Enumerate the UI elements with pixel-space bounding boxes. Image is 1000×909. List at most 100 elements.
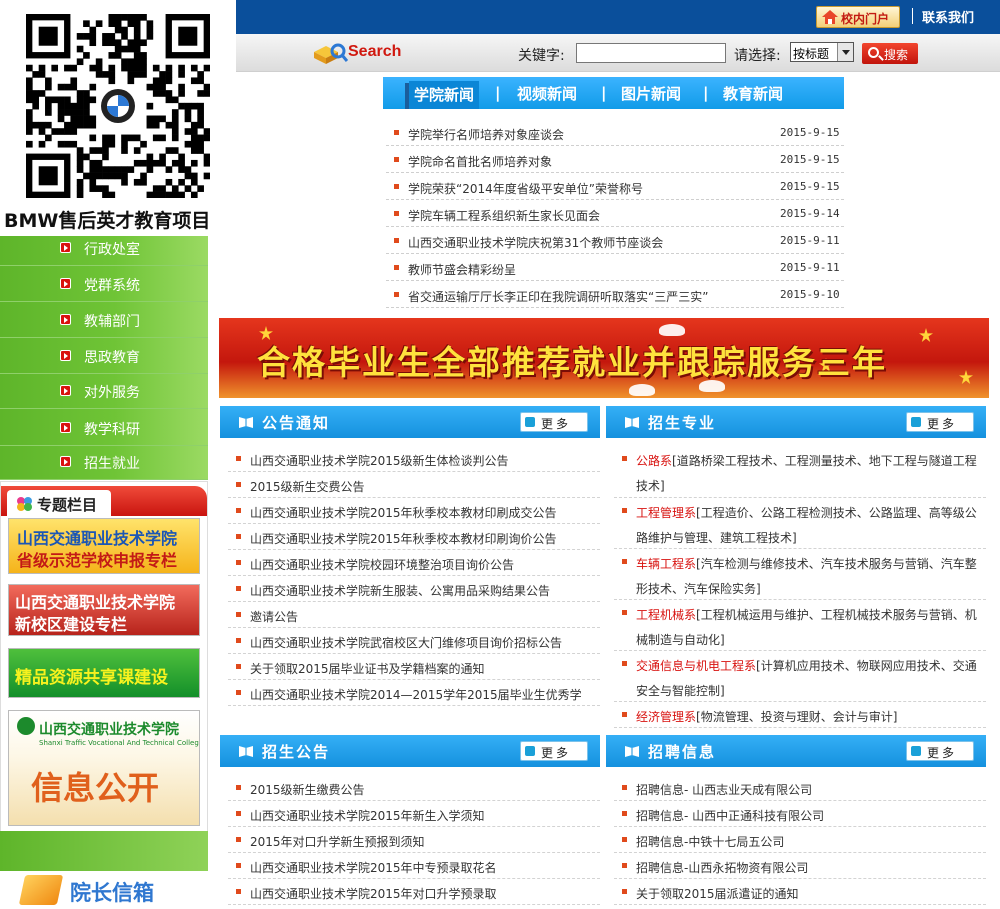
tab-college-news[interactable]: 学院新闻 (404, 81, 480, 109)
bullet-icon (622, 837, 627, 842)
list-item-title[interactable]: 山西交通职业技术学院2015级新生体检谈判公告 (250, 452, 509, 469)
list-item-title[interactable]: 山西交通职业技术学院2015年对口升学预录取 (250, 885, 497, 902)
major-dept-link[interactable]: 公路系 (636, 454, 672, 468)
major-item[interactable]: 公路系[道路桥梁工程技术、工程测量技术、地下工程与隧道工程技术] (614, 446, 986, 498)
list-item[interactable]: 山西交通职业技术学院2015年秋季校本教材印刷成交公告 (228, 498, 600, 524)
list-item-title[interactable]: 山西交通职业技术学院2015年新生入学须知 (250, 807, 485, 824)
list-item[interactable]: 2015级新生缴费公告 (228, 775, 600, 801)
major-dept-link[interactable]: 交通信息与机电工程系 (636, 659, 756, 673)
list-item[interactable]: 山西交通职业技术学院武宿校区大门维修项目询价招标公告 (228, 628, 600, 654)
list-item-title[interactable]: 关于领取2015届毕业证书及学籍档案的通知 (250, 660, 485, 677)
qr-code-block: BMW售后英才教育项目 (0, 0, 236, 236)
list-item[interactable]: 山西交通职业技术学院新生服装、公寓用品采购结果公告 (228, 576, 600, 602)
list-item[interactable]: 招聘信息- 山西中正通科技有限公司 (614, 801, 986, 827)
list-item[interactable]: 关于领取2015届派遣证的通知 (614, 879, 986, 905)
list-item-title[interactable]: 招聘信息-山西永拓物资有限公司 (636, 859, 808, 876)
more-button[interactable]: 更多 (520, 412, 588, 432)
list-item-title[interactable]: 2015年对口升学新生预报到须知 (250, 833, 425, 850)
news-item[interactable]: 省交通运输厅厅长李正印在我院调研听取落实“三严三实” 2015-9-10 (386, 281, 844, 308)
news-item[interactable]: 学院荣获“2014年度省级平安单位”荣誉称号 2015-9-15 (386, 173, 844, 200)
news-title[interactable]: 山西交通职业技术学院庆祝第31个教师节座谈会 (408, 234, 663, 251)
nav-item-party-system[interactable]: 党群系统 (0, 266, 208, 302)
employment-banner[interactable]: 合格毕业生全部推荐就业并跟踪服务三年 (219, 318, 989, 398)
news-title[interactable]: 教师节盛会精彩纷呈 (408, 261, 516, 278)
news-title[interactable]: 学院举行名师培养对象座谈会 (408, 126, 564, 143)
list-item-title[interactable]: 山西交通职业技术学院2015年中专预录取花名 (250, 859, 497, 876)
search-button[interactable]: 搜索 (862, 43, 918, 64)
nav-item-support-dept[interactable]: 教辅部门 (0, 302, 208, 338)
bullet-icon (622, 785, 627, 790)
major-item[interactable]: 车辆工程系[汽车检测与维修技术、汽车技术服务与营销、汽车整形技术、汽车保险实务] (614, 549, 986, 600)
news-item[interactable]: 教师节盛会精彩纷呈 2015-9-11 (386, 254, 844, 281)
list-item[interactable]: 山西交通职业技术学院2015年秋季校本教材印刷询价公告 (228, 524, 600, 550)
major-item[interactable]: 工程机械系[工程机械运用与维护、工程机械技术服务与营销、机械制造与自动化] (614, 600, 986, 651)
news-item[interactable]: 山西交通职业技术学院庆祝第31个教师节座谈会 2015-9-11 (386, 227, 844, 254)
tab-video-news[interactable]: 视频新闻 (517, 83, 577, 104)
major-item[interactable]: 经济管理系[物流管理、投资与理财、会计与审计] (614, 702, 986, 728)
contact-us-link[interactable]: 联系我们 (922, 7, 974, 26)
tab-education-news[interactable]: 教育新闻 (723, 83, 783, 104)
major-dept-link[interactable]: 车辆工程系 (636, 557, 696, 571)
list-item[interactable]: 关于领取2015届毕业证书及学籍档案的通知 (228, 654, 600, 680)
list-item-title[interactable]: 山西交通职业技术学院2015年秋季校本教材印刷询价公告 (250, 530, 557, 547)
more-button[interactable]: 更多 (906, 412, 974, 432)
book-icon (625, 746, 639, 757)
list-item[interactable]: 招聘信息- 山西志业天成有限公司 (614, 775, 986, 801)
news-title[interactable]: 学院命名首批名师培养对象 (408, 153, 552, 170)
major-dept-link[interactable]: 工程机械系 (636, 608, 696, 622)
list-item[interactable]: 2015级新生交费公告 (228, 472, 600, 498)
list-item-title[interactable]: 山西交通职业技术学院2015年秋季校本教材印刷成交公告 (250, 504, 557, 521)
list-item[interactable]: 邀请公告 (228, 602, 600, 628)
more-button[interactable]: 更多 (520, 741, 588, 761)
keyword-input[interactable] (576, 43, 726, 63)
news-title[interactable]: 学院车辆工程系组织新生家长见面会 (408, 207, 600, 224)
list-item[interactable]: 山西交通职业技术学院2015年新生入学须知 (228, 801, 600, 827)
list-item[interactable]: 山西交通职业技术学院2014—2015学年2015届毕业生优秀学 (228, 680, 600, 706)
list-item[interactable]: 山西交通职业技术学院2015年对口升学预录取 (228, 879, 600, 905)
list-item-title[interactable]: 2015级新生交费公告 (250, 478, 365, 495)
list-item-title[interactable]: 关于领取2015届派遣证的通知 (636, 885, 799, 902)
nav-item-external-service[interactable]: 对外服务 (0, 373, 208, 409)
list-item[interactable]: 山西交通职业技术学院2015级新生体检谈判公告 (228, 446, 600, 472)
list-item-title[interactable]: 2015级新生缴费公告 (250, 781, 365, 798)
list-item[interactable]: 2015年对口升学新生预报到须知 (228, 827, 600, 853)
banner-new-campus[interactable]: 山西交通职业技术学院 新校区建设专栏 (8, 584, 200, 636)
list-item[interactable]: 招聘信息-山西永拓物资有限公司 (614, 853, 986, 879)
list-item-title[interactable]: 山西交通职业技术学院新生服装、公寓用品采购结果公告 (250, 582, 550, 599)
list-item-title[interactable]: 招聘信息-中铁十七局五公司 (636, 833, 784, 850)
major-item[interactable]: 交通信息与机电工程系[计算机应用技术、物联网应用技术、交通安全与智能控制] (614, 651, 986, 702)
arrow-bullet-icon (60, 456, 71, 467)
list-item-title[interactable]: 山西交通职业技术学院2014—2015学年2015届毕业生优秀学 (250, 686, 582, 703)
list-item-title[interactable]: 邀请公告 (250, 608, 298, 625)
news-title[interactable]: 学院荣获“2014年度省级平安单位”荣誉称号 (408, 180, 643, 197)
major-item[interactable]: 工程管理系[工程造价、公路工程检测技术、公路监理、高等级公路维护与管理、建筑工程… (614, 498, 986, 549)
news-item[interactable]: 学院车辆工程系组织新生家长见面会 2015-9-14 (386, 200, 844, 227)
nav-item-enrollment-employment[interactable]: 招生就业 (0, 444, 208, 480)
search-type-select[interactable]: 按标题 (790, 42, 854, 62)
major-dept-link[interactable]: 经济管理系 (636, 710, 696, 724)
news-item[interactable]: 学院命名首批名师培养对象 2015-9-15 (386, 146, 844, 173)
banner-info-disclosure[interactable]: 山西交通职业技术学院 Shanxi Traffic Vocational And… (8, 710, 200, 826)
nav-item-political-education[interactable]: 思政教育 (0, 338, 208, 374)
bullet-icon (236, 664, 241, 669)
president-mailbox-link[interactable]: 院长信箱 (0, 871, 208, 909)
more-icon (525, 417, 535, 427)
news-item[interactable]: 学院举行名师培养对象座谈会 2015-9-15 (386, 119, 844, 146)
star-icon (959, 370, 973, 384)
list-item[interactable]: 招聘信息-中铁十七局五公司 (614, 827, 986, 853)
qr-code-image (26, 14, 210, 198)
news-title[interactable]: 省交通运输厅厅长李正印在我院调研听取落实“三严三实” (408, 288, 708, 305)
major-dept-link[interactable]: 工程管理系 (636, 506, 696, 520)
tab-picture-news[interactable]: 图片新闻 (621, 83, 681, 104)
list-item-title[interactable]: 招聘信息- 山西志业天成有限公司 (636, 781, 812, 798)
list-item-title[interactable]: 山西交通职业技术学院武宿校区大门维修项目询价招标公告 (250, 634, 562, 651)
banner-model-school[interactable]: 山西交通职业技术学院 省级示范学校申报专栏 (8, 518, 200, 574)
banner-quality-courses[interactable]: 精品资源共享课建设 (8, 648, 200, 698)
list-item[interactable]: 山西交通职业技术学院2015年中专预录取花名 (228, 853, 600, 879)
nav-item-teaching-research[interactable]: 教学科研 (0, 410, 208, 446)
list-item-title[interactable]: 山西交通职业技术学院校园环境整治项目询价公告 (250, 556, 514, 573)
list-item[interactable]: 山西交通职业技术学院校园环境整治项目询价公告 (228, 550, 600, 576)
list-item-title[interactable]: 招聘信息- 山西中正通科技有限公司 (636, 807, 824, 824)
campus-portal-button[interactable]: 校内门户 (816, 6, 900, 28)
more-button[interactable]: 更多 (906, 741, 974, 761)
